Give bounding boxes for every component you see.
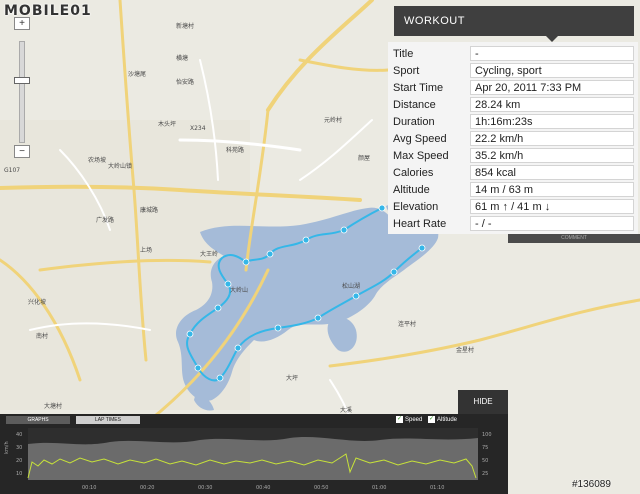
- altitude-tick-label: 50: [482, 458, 488, 464]
- value-sport: Cycling, sport: [470, 63, 634, 78]
- map-label: G107: [4, 167, 20, 174]
- label-start-time: Start Time: [393, 82, 444, 94]
- speed-altitude-chart: 00:10 00:20 00:30 00:40 00:50 01:00 01:10 40 30…: [4, 428, 492, 491]
- map-label: 金星村: [456, 346, 474, 354]
- value-elevation: 61 m ↑ / 41 m ↓: [470, 199, 634, 214]
- map-label: 大塘村: [44, 402, 62, 410]
- legend-altitude[interactable]: ✓ Altitude: [428, 416, 457, 425]
- value-calories: 854 kcal: [470, 165, 634, 180]
- label-avg-speed: Avg Speed: [393, 133, 447, 145]
- map-label: 农场坡: [88, 156, 106, 164]
- workout-header: WORKOUT: [394, 6, 634, 36]
- map-label: X234: [190, 125, 206, 132]
- map-label: 大坪: [286, 374, 298, 382]
- label-altitude: Altitude: [393, 184, 430, 196]
- map-label: 康城路: [140, 206, 158, 214]
- row-altitude: Altitude 14 m / 63 m: [388, 182, 638, 199]
- value-distance: 28.24 km: [470, 97, 634, 112]
- time-tick-label: 00:50: [314, 485, 328, 491]
- legend-speed-label: Speed: [405, 417, 423, 424]
- map-label: 广发路: [96, 216, 114, 224]
- zoom-out-button[interactable]: −: [14, 145, 30, 158]
- row-heart-rate: Heart Rate - / -: [388, 216, 638, 233]
- time-tick-label: 00:20: [140, 485, 154, 491]
- map-label: 兴化坡: [28, 298, 46, 306]
- map-label: 大溪: [340, 406, 352, 414]
- altitude-tick-label: 25: [482, 471, 488, 477]
- time-tick-label: 01:00: [372, 485, 386, 491]
- value-heart-rate: - / -: [470, 216, 634, 231]
- workout-details: Title - Sport Cycling, sport Start Time Apr…: [388, 42, 638, 234]
- map-label: 大王岭: [200, 250, 218, 258]
- label-distance: Distance: [393, 99, 436, 111]
- map-label: 南村: [36, 332, 48, 340]
- row-duration: Duration 1h:16m:23s: [388, 114, 638, 131]
- map-label: 颜屋: [358, 154, 370, 162]
- tab-graphs[interactable]: GRAPHS: [6, 416, 70, 424]
- map-label: 新塘村: [176, 22, 194, 30]
- legend-altitude-label: Altitude: [437, 417, 458, 424]
- speed-tick-label: 30: [16, 445, 22, 451]
- altitude-tick-label: 100: [482, 432, 492, 438]
- label-duration: Duration: [393, 116, 435, 128]
- label-sport: Sport: [393, 65, 420, 77]
- map-label: 科苑路: [226, 146, 244, 154]
- value-max-speed: 35.2 km/h: [470, 148, 634, 163]
- map-label: 沙塘尾: [128, 70, 146, 78]
- map-label: 元岭村: [324, 116, 342, 124]
- value-altitude: 14 m / 63 m: [470, 182, 634, 197]
- speed-checkbox[interactable]: ✓: [396, 416, 403, 423]
- zoom-control[interactable]: + −: [11, 17, 33, 158]
- time-tick-label: 00:10: [82, 485, 96, 491]
- row-calories: Calories 854 kcal: [388, 165, 638, 182]
- comment-tab[interactable]: COMMENT: [508, 234, 640, 243]
- map-label: 大岭山: [230, 286, 248, 294]
- zoom-in-button[interactable]: +: [14, 17, 30, 30]
- hide-button[interactable]: HIDE: [458, 390, 508, 414]
- left-axis-label: km/h: [4, 441, 10, 454]
- value-title: -: [470, 46, 634, 61]
- map-label: 松山湖: [342, 282, 360, 290]
- row-sport: Sport Cycling, sport: [388, 63, 638, 80]
- map-label: 上场: [140, 246, 152, 254]
- watermark: #136089: [572, 479, 611, 490]
- zoom-slider-handle[interactable]: [14, 77, 30, 84]
- label-title: Title: [393, 48, 414, 60]
- label-calories: Calories: [393, 167, 434, 179]
- time-tick-label: 01:10: [430, 485, 444, 491]
- row-max-speed: Max Speed 35.2 km/h: [388, 148, 638, 165]
- label-elevation: Elevation: [393, 201, 439, 213]
- label-heart-rate: Heart Rate: [393, 218, 447, 230]
- workout-panel: WORKOUT Title - Sport Cycling, sport Start…: [388, 0, 638, 234]
- value-avg-speed: 22.2 km/h: [470, 131, 634, 146]
- value-start-time: Apr 20, 2011 7:33 PM: [470, 80, 634, 95]
- row-avg-speed: Avg Speed 22.2 km/h: [388, 131, 638, 148]
- map-label: 大岭山镇: [108, 162, 132, 170]
- graph-panel: 00:10 00:20 00:30 00:40 00:50 01:00 01:10 40 30…: [0, 414, 508, 494]
- altitude-checkbox[interactable]: ✓: [428, 416, 435, 423]
- speed-tick-label: 40: [16, 432, 22, 438]
- row-distance: Distance 28.24 km: [388, 97, 638, 114]
- tab-lap-times[interactable]: LAP TIMES: [76, 416, 140, 424]
- speed-tick-label: 20: [16, 458, 22, 464]
- value-duration: 1h:16m:23s: [470, 114, 634, 129]
- speed-tick-label: 10: [16, 471, 22, 477]
- time-tick-label: 00:40: [256, 485, 270, 491]
- legend-speed[interactable]: ✓ Speed: [396, 416, 422, 425]
- zoom-slider[interactable]: [19, 41, 25, 143]
- map-label: 横塘: [176, 54, 188, 62]
- row-start-time: Start Time Apr 20, 2011 7:33 PM: [388, 80, 638, 97]
- map-label: 连平村: [398, 320, 416, 328]
- map-label: 木头坪: [158, 120, 176, 128]
- label-max-speed: Max Speed: [393, 150, 449, 162]
- row-title: Title -: [388, 46, 638, 63]
- altitude-tick-label: 75: [482, 445, 488, 451]
- row-elevation: Elevation 61 m ↑ / 41 m ↓: [388, 199, 638, 216]
- time-tick-label: 00:30: [198, 485, 212, 491]
- map-label: 怡安路: [176, 78, 194, 86]
